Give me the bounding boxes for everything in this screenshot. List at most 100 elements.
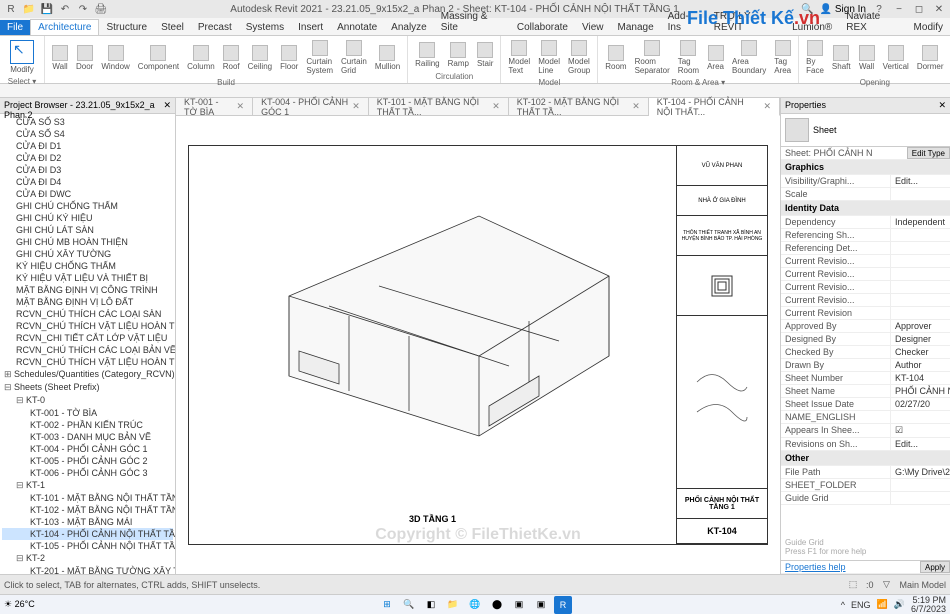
- property-row[interactable]: Drawn ByAuthor: [781, 359, 950, 372]
- tree-item[interactable]: ⊟KT-0: [2, 394, 173, 407]
- tree-item[interactable]: CỬA ĐI D3: [2, 164, 173, 176]
- clock-time[interactable]: 5:19 PM: [911, 596, 946, 605]
- mullion-button[interactable]: Mullion: [372, 43, 403, 73]
- app-icon[interactable]: ▣: [510, 596, 528, 614]
- tree-item[interactable]: KT-201 - MẶT BẰNG TƯỜNG XÂY TẦN: [2, 565, 173, 574]
- property-row[interactable]: Referencing Sh...: [781, 229, 950, 242]
- tab-collaborate[interactable]: Collaborate: [510, 20, 575, 35]
- close-tab-icon[interactable]: ✕: [632, 101, 640, 112]
- property-value[interactable]: [890, 307, 950, 319]
- clock-date[interactable]: 6/7/2023: [911, 605, 946, 614]
- document-tab[interactable]: KT-004 - PHỐI CẢNH GÓC 1✕: [253, 98, 369, 115]
- property-value[interactable]: ☑: [890, 424, 950, 437]
- property-row[interactable]: Current Revisio...: [781, 294, 950, 307]
- curtain-system-button[interactable]: Curtain System: [303, 38, 336, 77]
- floor-button[interactable]: Floor: [277, 43, 301, 73]
- document-tab[interactable]: KT-101 - MẶT BẰNG NỘI THẤT TẦ...✕: [369, 98, 509, 115]
- property-row[interactable]: NAME_ENGLISH: [781, 411, 950, 424]
- property-value[interactable]: [890, 229, 950, 241]
- explorer-icon[interactable]: 📁: [444, 596, 462, 614]
- wall-button[interactable]: Wall: [49, 43, 71, 73]
- property-value[interactable]: PHỐI CẢNH N: [890, 385, 950, 397]
- property-value[interactable]: [890, 479, 950, 491]
- properties-help-link[interactable]: Properties help: [781, 561, 920, 573]
- tree-item[interactable]: KT-001 - TỜ BÌA: [2, 407, 173, 419]
- filter-icon[interactable]: ▽: [879, 578, 893, 592]
- area-button[interactable]: Area: [704, 43, 727, 73]
- tree-toggle-icon[interactable]: ⊞: [4, 369, 14, 380]
- search-icon[interactable]: 🔍: [400, 596, 418, 614]
- tree-item[interactable]: KT-105 - PHỐI CẢNH NỘI THẤT TẦN: [2, 540, 173, 552]
- vertical-button[interactable]: Vertical: [880, 43, 912, 73]
- revit-taskbar-icon[interactable]: R: [554, 596, 572, 614]
- tree-item[interactable]: ⊟KT-2: [2, 552, 173, 565]
- property-value[interactable]: KT-104: [890, 372, 950, 384]
- tab-precast[interactable]: Precast: [191, 20, 239, 35]
- close-tab-icon[interactable]: ✕: [237, 101, 245, 112]
- tree-item[interactable]: KT-002 - PHẦN KIẾN TRÚC: [2, 419, 173, 431]
- property-value[interactable]: [890, 294, 950, 306]
- model-text-button[interactable]: Model Text: [505, 38, 533, 77]
- tree-item[interactable]: ⊟KT-1: [2, 479, 173, 492]
- roof-button[interactable]: Roof: [220, 43, 243, 73]
- apply-button[interactable]: Apply: [920, 561, 950, 573]
- railing-button[interactable]: Railing: [412, 40, 442, 70]
- property-group-header[interactable]: Graphics: [781, 160, 950, 175]
- property-row[interactable]: Current Revision: [781, 307, 950, 320]
- close-panel-icon[interactable]: ✕: [938, 100, 946, 111]
- property-value[interactable]: Edit...: [890, 175, 950, 187]
- property-value[interactable]: [890, 411, 950, 423]
- by-face-button[interactable]: By Face: [803, 38, 827, 77]
- tree-toggle-icon[interactable]: ⊟: [16, 553, 26, 564]
- tab-manage[interactable]: Manage: [611, 20, 661, 35]
- volume-icon[interactable]: 🔊: [894, 599, 905, 610]
- property-row[interactable]: File PathG:\My Drive\2. C...: [781, 466, 950, 479]
- tree-item[interactable]: CỬA SỐ S4: [2, 128, 173, 140]
- room-separator-button[interactable]: Room Separator: [632, 38, 673, 77]
- property-value[interactable]: G:\My Drive\2. C...: [890, 466, 950, 478]
- save-icon[interactable]: 💾: [40, 2, 54, 16]
- tree-item[interactable]: KT-003 - DANH MỤC BẢN VẼ: [2, 431, 173, 443]
- tree-item[interactable]: GHI CHÚ KÝ HIỆU: [2, 212, 173, 224]
- model-group-button[interactable]: Model Group: [565, 38, 593, 77]
- property-value[interactable]: Author: [890, 359, 950, 371]
- tab-systems[interactable]: Systems: [239, 20, 291, 35]
- undo-icon[interactable]: ↶: [58, 2, 72, 16]
- property-row[interactable]: Appears In Shee...☑: [781, 424, 950, 438]
- document-tab[interactable]: KT-102 - MẶT BẰNG NỘI THẤT TẦ...✕: [509, 98, 649, 115]
- wall-button[interactable]: Wall: [856, 43, 878, 73]
- task-view-icon[interactable]: ◧: [422, 596, 440, 614]
- property-value[interactable]: Checker: [890, 346, 950, 358]
- project-browser-tree[interactable]: CỬA SỐ S3CỬA SỐ S4CỬA ĐI D1CỬA ĐI D2CỬA …: [0, 114, 175, 574]
- start-button[interactable]: ⊞: [378, 596, 396, 614]
- tree-item[interactable]: GHI CHÚ CHỐNG THẤM: [2, 200, 173, 212]
- tree-item[interactable]: RCVN_CHÚ THÍCH CÁC LOẠI BẢN VẼ: [2, 344, 173, 356]
- app-icon[interactable]: ▣: [532, 596, 550, 614]
- property-row[interactable]: Current Revisio...: [781, 255, 950, 268]
- curtain-grid-button[interactable]: Curtain Grid: [338, 38, 370, 77]
- tree-item[interactable]: GHI CHÚ MB HOÀN THIỆN: [2, 236, 173, 248]
- tab-modify[interactable]: Modify: [907, 20, 950, 35]
- tree-item[interactable]: RCVN_CHÚ THÍCH VẬT LIỆU HOÀN THIỆN: [2, 356, 173, 368]
- model-selector[interactable]: Main Model: [899, 580, 946, 590]
- property-row[interactable]: Referencing Det...: [781, 242, 950, 255]
- ramp-button[interactable]: Ramp: [445, 40, 472, 70]
- tree-item[interactable]: KT-104 - PHỐI CẢNH NỘI THẤT TẦN: [2, 528, 173, 540]
- property-value[interactable]: [890, 492, 950, 504]
- property-value[interactable]: Edit...: [890, 438, 950, 450]
- tree-item[interactable]: MẶT BẰNG ĐỊNH VỊ LÔ ĐẤT: [2, 296, 173, 308]
- tree-item[interactable]: KÝ HIỆU VẬT LIỆU VÀ THIẾT BỊ: [2, 272, 173, 284]
- tab-architecture[interactable]: Architecture: [30, 19, 99, 35]
- document-tab[interactable]: KT-104 - PHỐI CẢNH NỘI THẤT...✕: [649, 98, 780, 116]
- area-boundary-button[interactable]: Area Boundary: [729, 38, 769, 77]
- property-value[interactable]: Independent: [890, 216, 950, 228]
- tree-toggle-icon[interactable]: ⊟: [16, 395, 26, 406]
- room-button[interactable]: Room: [602, 43, 629, 73]
- tree-toggle-icon[interactable]: ⊟: [4, 382, 14, 393]
- weather-widget[interactable]: ☀ 26°C: [4, 599, 35, 610]
- tree-item[interactable]: KÝ HIỆU CHỐNG THẤM: [2, 260, 173, 272]
- stair-button[interactable]: Stair: [474, 40, 496, 70]
- tree-item[interactable]: GHI CHÚ XÂY TƯỜNG: [2, 248, 173, 260]
- tab-structure[interactable]: Structure: [99, 20, 154, 35]
- instance-filter[interactable]: Sheet: PHỐI CẢNH N: [781, 147, 907, 159]
